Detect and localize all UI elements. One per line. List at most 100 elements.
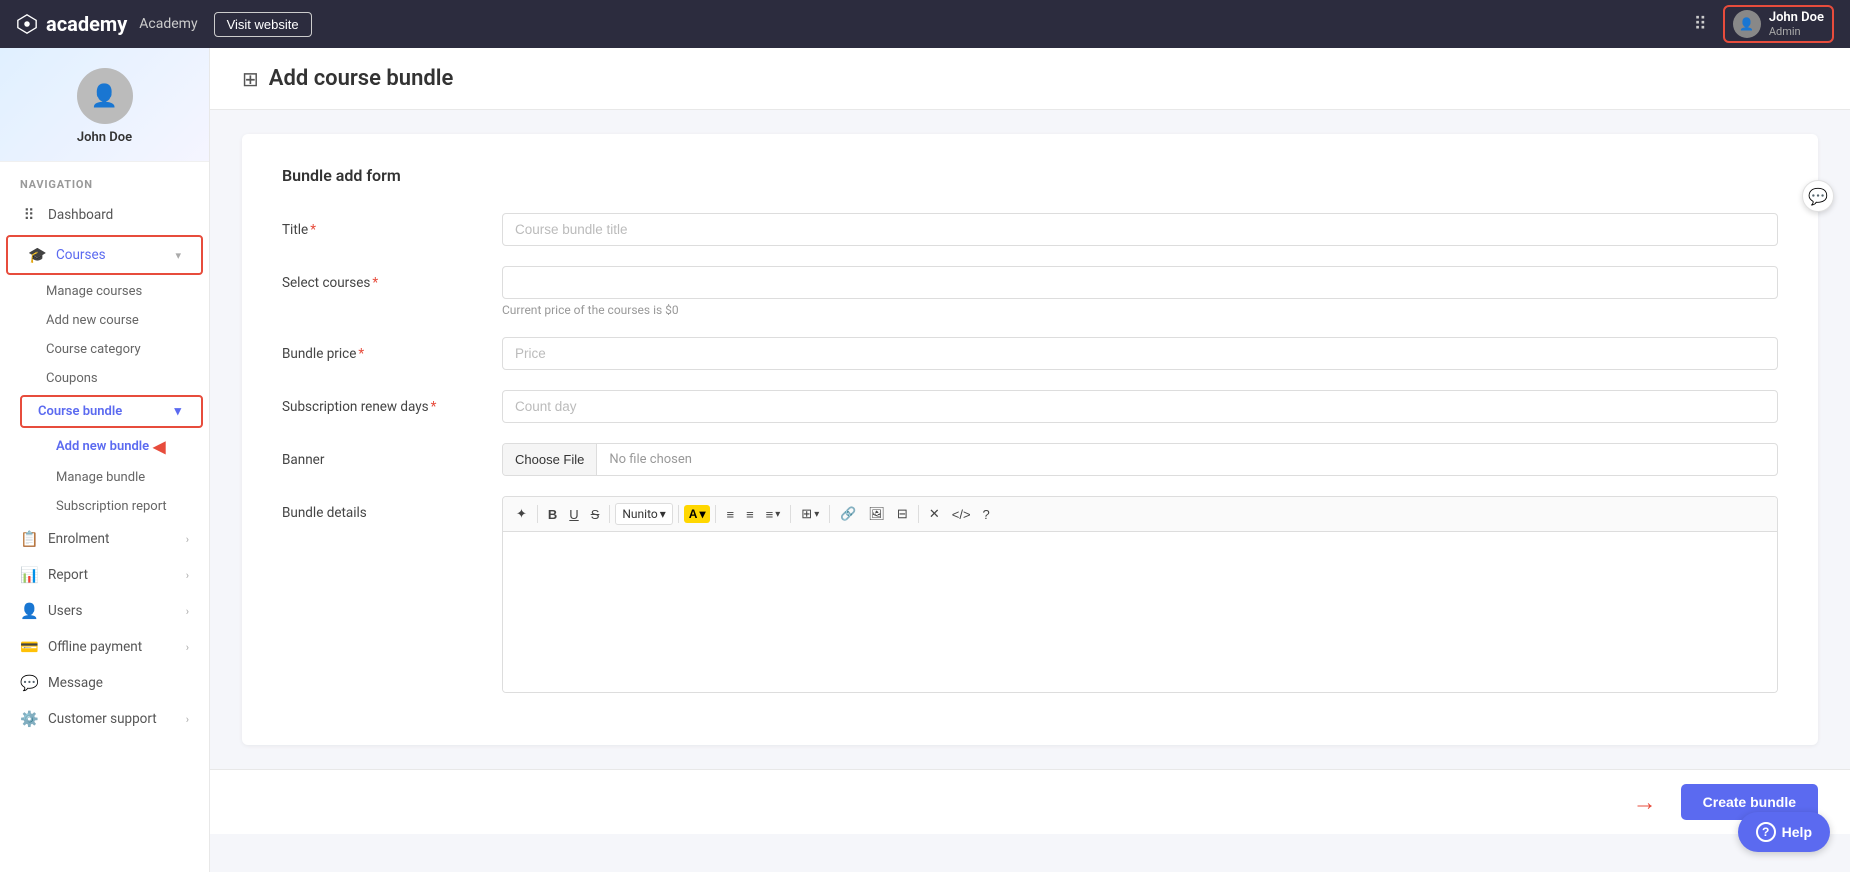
- toolbar-sep-2: [609, 505, 610, 523]
- bundle-details-field: ✦ B U S Nunito ▾ A ▾: [502, 496, 1778, 693]
- offline-payment-label: Offline payment: [48, 639, 176, 655]
- banner-row: Banner Choose File No file chosen: [282, 443, 1778, 476]
- arrow-indicator: ◀: [153, 437, 165, 456]
- layout: 👤 John Doe NAVIGATION ⠿ Dashboard 🎓 Cour…: [0, 48, 1850, 872]
- editor-body[interactable]: [503, 532, 1777, 692]
- title-row: Title*: [282, 213, 1778, 246]
- bundle-price-input[interactable]: [502, 337, 1778, 370]
- chat-icon[interactable]: 💬: [1802, 180, 1834, 212]
- toolbar-highlight-btn[interactable]: A ▾: [684, 505, 711, 523]
- sidebar-item-enrolment[interactable]: 📋 Enrolment ›: [0, 521, 209, 557]
- no-file-text: No file chosen: [597, 444, 704, 475]
- navbar: academy Academy Visit website ⠿ 👤 John D…: [0, 0, 1850, 48]
- bundle-price-label: Bundle price*: [282, 337, 482, 362]
- select-courses-hint: Current price of the courses is $0: [502, 303, 1778, 317]
- toolbar-help-btn[interactable]: ?: [978, 504, 995, 525]
- toolbar-sep-6: [829, 505, 830, 523]
- subscription-report-label: Subscription report: [56, 499, 167, 514]
- toolbar-media-btn[interactable]: ⊟: [892, 503, 913, 525]
- toolbar-image-btn[interactable]: 🖼: [863, 503, 890, 525]
- sidebar-item-subscription-report[interactable]: Subscription report: [0, 492, 209, 521]
- select-courses-label: Select courses*: [282, 266, 482, 291]
- sidebar-username: John Doe: [77, 130, 132, 145]
- page-title: Add course bundle: [269, 66, 454, 91]
- bundle-details-label: Bundle details: [282, 496, 482, 521]
- brand-name: academy: [46, 12, 127, 36]
- sidebar-item-coupons[interactable]: Coupons: [0, 364, 209, 393]
- subscription-renew-input[interactable]: [502, 390, 1778, 423]
- toolbar-underline-btn[interactable]: U: [564, 504, 583, 525]
- sidebar-item-manage-courses[interactable]: Manage courses: [0, 277, 209, 306]
- sidebar-item-course-category[interactable]: Course category: [0, 335, 209, 364]
- courses-icon: 🎓: [28, 246, 46, 264]
- sidebar-profile: 👤 John Doe: [0, 48, 209, 162]
- report-icon: 📊: [20, 566, 38, 584]
- enrolment-chevron-icon: ›: [186, 533, 189, 546]
- font-name: Nunito: [622, 507, 657, 521]
- coupons-label: Coupons: [46, 371, 98, 386]
- help-icon: ?: [1756, 822, 1776, 842]
- toolbar-align-btn[interactable]: ≡ ▾: [761, 504, 786, 525]
- dashboard-icon: ⠿: [20, 206, 38, 224]
- font-dropdown-icon: ▾: [660, 507, 666, 521]
- users-label: Users: [48, 603, 176, 619]
- select-courses-input[interactable]: [502, 266, 1778, 299]
- nav-section-label: NAVIGATION: [0, 162, 209, 197]
- toolbar-bullet-list-btn[interactable]: ≡: [721, 504, 739, 525]
- customer-support-chevron-icon: ›: [186, 713, 189, 726]
- toolbar-link-btn[interactable]: 🔗: [835, 503, 861, 525]
- avatar: 👤: [1733, 10, 1761, 38]
- sidebar-item-add-new-course[interactable]: Add new course: [0, 306, 209, 335]
- title-input[interactable]: [502, 213, 1778, 246]
- sidebar-item-message[interactable]: 💬 Message: [0, 665, 209, 701]
- toolbar-strikethrough-btn[interactable]: S: [586, 504, 605, 525]
- sidebar-item-offline-payment[interactable]: 💳 Offline payment ›: [0, 629, 209, 665]
- user-name: John Doe: [1769, 10, 1824, 25]
- visit-website-button[interactable]: Visit website: [214, 12, 312, 37]
- sidebar-item-course-bundle[interactable]: Course bundle ▾: [22, 397, 201, 426]
- toolbar-sep-5: [790, 505, 791, 523]
- toolbar-magic-btn[interactable]: ✦: [511, 503, 532, 525]
- toolbar-table-btn[interactable]: ⊞ ▾: [796, 503, 824, 525]
- toolbar-font-dropdown[interactable]: Nunito ▾: [615, 503, 672, 525]
- sidebar-avatar: 👤: [77, 68, 133, 124]
- create-bundle-arrow: →: [1633, 788, 1657, 817]
- sidebar: 👤 John Doe NAVIGATION ⠿ Dashboard 🎓 Cour…: [0, 48, 210, 872]
- course-bundle-label: Course bundle: [38, 404, 174, 419]
- toolbar-source-btn[interactable]: </>: [947, 504, 976, 525]
- sidebar-item-customer-support[interactable]: ⚙️ Customer support ›: [0, 701, 209, 737]
- grid-icon[interactable]: ⠿: [1694, 14, 1707, 35]
- user-role: Admin: [1769, 25, 1824, 38]
- user-menu[interactable]: 👤 John Doe Admin: [1723, 5, 1834, 43]
- sidebar-item-dashboard[interactable]: ⠿ Dashboard: [0, 197, 209, 233]
- toolbar-bold-btn[interactable]: B: [543, 504, 562, 525]
- offline-payment-chevron-icon: ›: [186, 641, 189, 654]
- courses-chevron-icon: ▾: [175, 249, 181, 262]
- toolbar-ordered-list-btn[interactable]: ≡: [741, 504, 759, 525]
- toolbar-sep-4: [715, 505, 716, 523]
- sidebar-item-users[interactable]: 👤 Users ›: [0, 593, 209, 629]
- main-content: ⊞ Add course bundle Bundle add form Titl…: [210, 48, 1850, 872]
- toolbar-sep-3: [678, 505, 679, 523]
- toolbar-clear-btn[interactable]: ✕: [924, 503, 945, 525]
- customer-support-label: Customer support: [48, 711, 176, 727]
- sidebar-item-report[interactable]: 📊 Report ›: [0, 557, 209, 593]
- sidebar-item-manage-bundle[interactable]: Manage bundle: [0, 463, 209, 492]
- sidebar-item-courses[interactable]: 🎓 Courses ▾: [8, 237, 201, 273]
- users-icon: 👤: [20, 602, 38, 620]
- toolbar-sep-1: [537, 505, 538, 523]
- help-button[interactable]: ? Help: [1738, 812, 1830, 852]
- banner-field: Choose File No file chosen: [502, 443, 1778, 476]
- sidebar-item-add-new-bundle[interactable]: Add new bundle ◀: [0, 430, 209, 463]
- brand-logo: academy Academy: [16, 12, 198, 36]
- choose-file-button[interactable]: Choose File: [503, 444, 597, 475]
- add-new-course-label: Add new course: [46, 313, 139, 328]
- users-chevron-icon: ›: [186, 605, 189, 618]
- toolbar-sep-7: [918, 505, 919, 523]
- highlight-dropdown-icon: ▾: [699, 507, 705, 521]
- subscription-renew-row: Subscription renew days*: [282, 390, 1778, 423]
- add-new-bundle-label: Add new bundle: [56, 439, 149, 454]
- editor-toolbar: ✦ B U S Nunito ▾ A ▾: [503, 497, 1777, 532]
- navbar-right: ⠿ 👤 John Doe Admin: [1694, 5, 1834, 43]
- select-courses-row: Select courses* Current price of the cou…: [282, 266, 1778, 317]
